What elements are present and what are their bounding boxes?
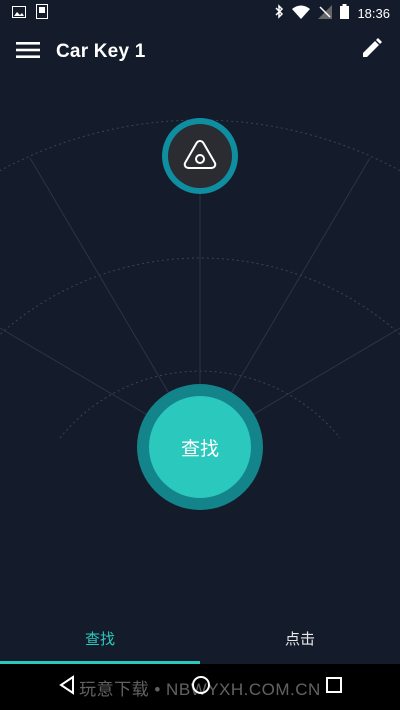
clock-time: 18:36 — [357, 5, 390, 21]
image-icon — [12, 5, 26, 21]
nav-bar — [0, 664, 400, 710]
triangle-tag-icon — [182, 138, 218, 174]
app-bar: Car Key 1 — [0, 26, 400, 78]
status-bar: 18:36 — [0, 0, 400, 26]
home-icon[interactable] — [191, 675, 211, 699]
tab-click[interactable]: 点击 — [200, 612, 400, 664]
find-button-label: 查找 — [180, 437, 219, 460]
edit-button[interactable] — [360, 38, 388, 66]
tab-label: 查找 — [84, 629, 115, 648]
page-title: Car Key 1 — [56, 41, 146, 62]
bluetooth-icon — [274, 4, 284, 22]
back-icon[interactable] — [57, 675, 77, 699]
find-button[interactable]: 查找 — [137, 384, 263, 510]
sim-icon — [36, 4, 48, 22]
tab-find[interactable]: 查找 — [0, 612, 200, 664]
hamburger-menu-icon — [16, 41, 40, 63]
battery-icon — [340, 4, 350, 22]
no-signal-icon — [318, 4, 333, 22]
tab-label: 点击 — [284, 629, 315, 648]
recents-icon[interactable] — [325, 676, 343, 698]
wifi-icon — [292, 5, 311, 22]
bottom-tabs: 查找 点击 — [0, 612, 400, 664]
pencil-icon — [360, 38, 382, 64]
menu-button[interactable] — [0, 26, 56, 78]
device-tag-button[interactable] — [162, 118, 238, 194]
